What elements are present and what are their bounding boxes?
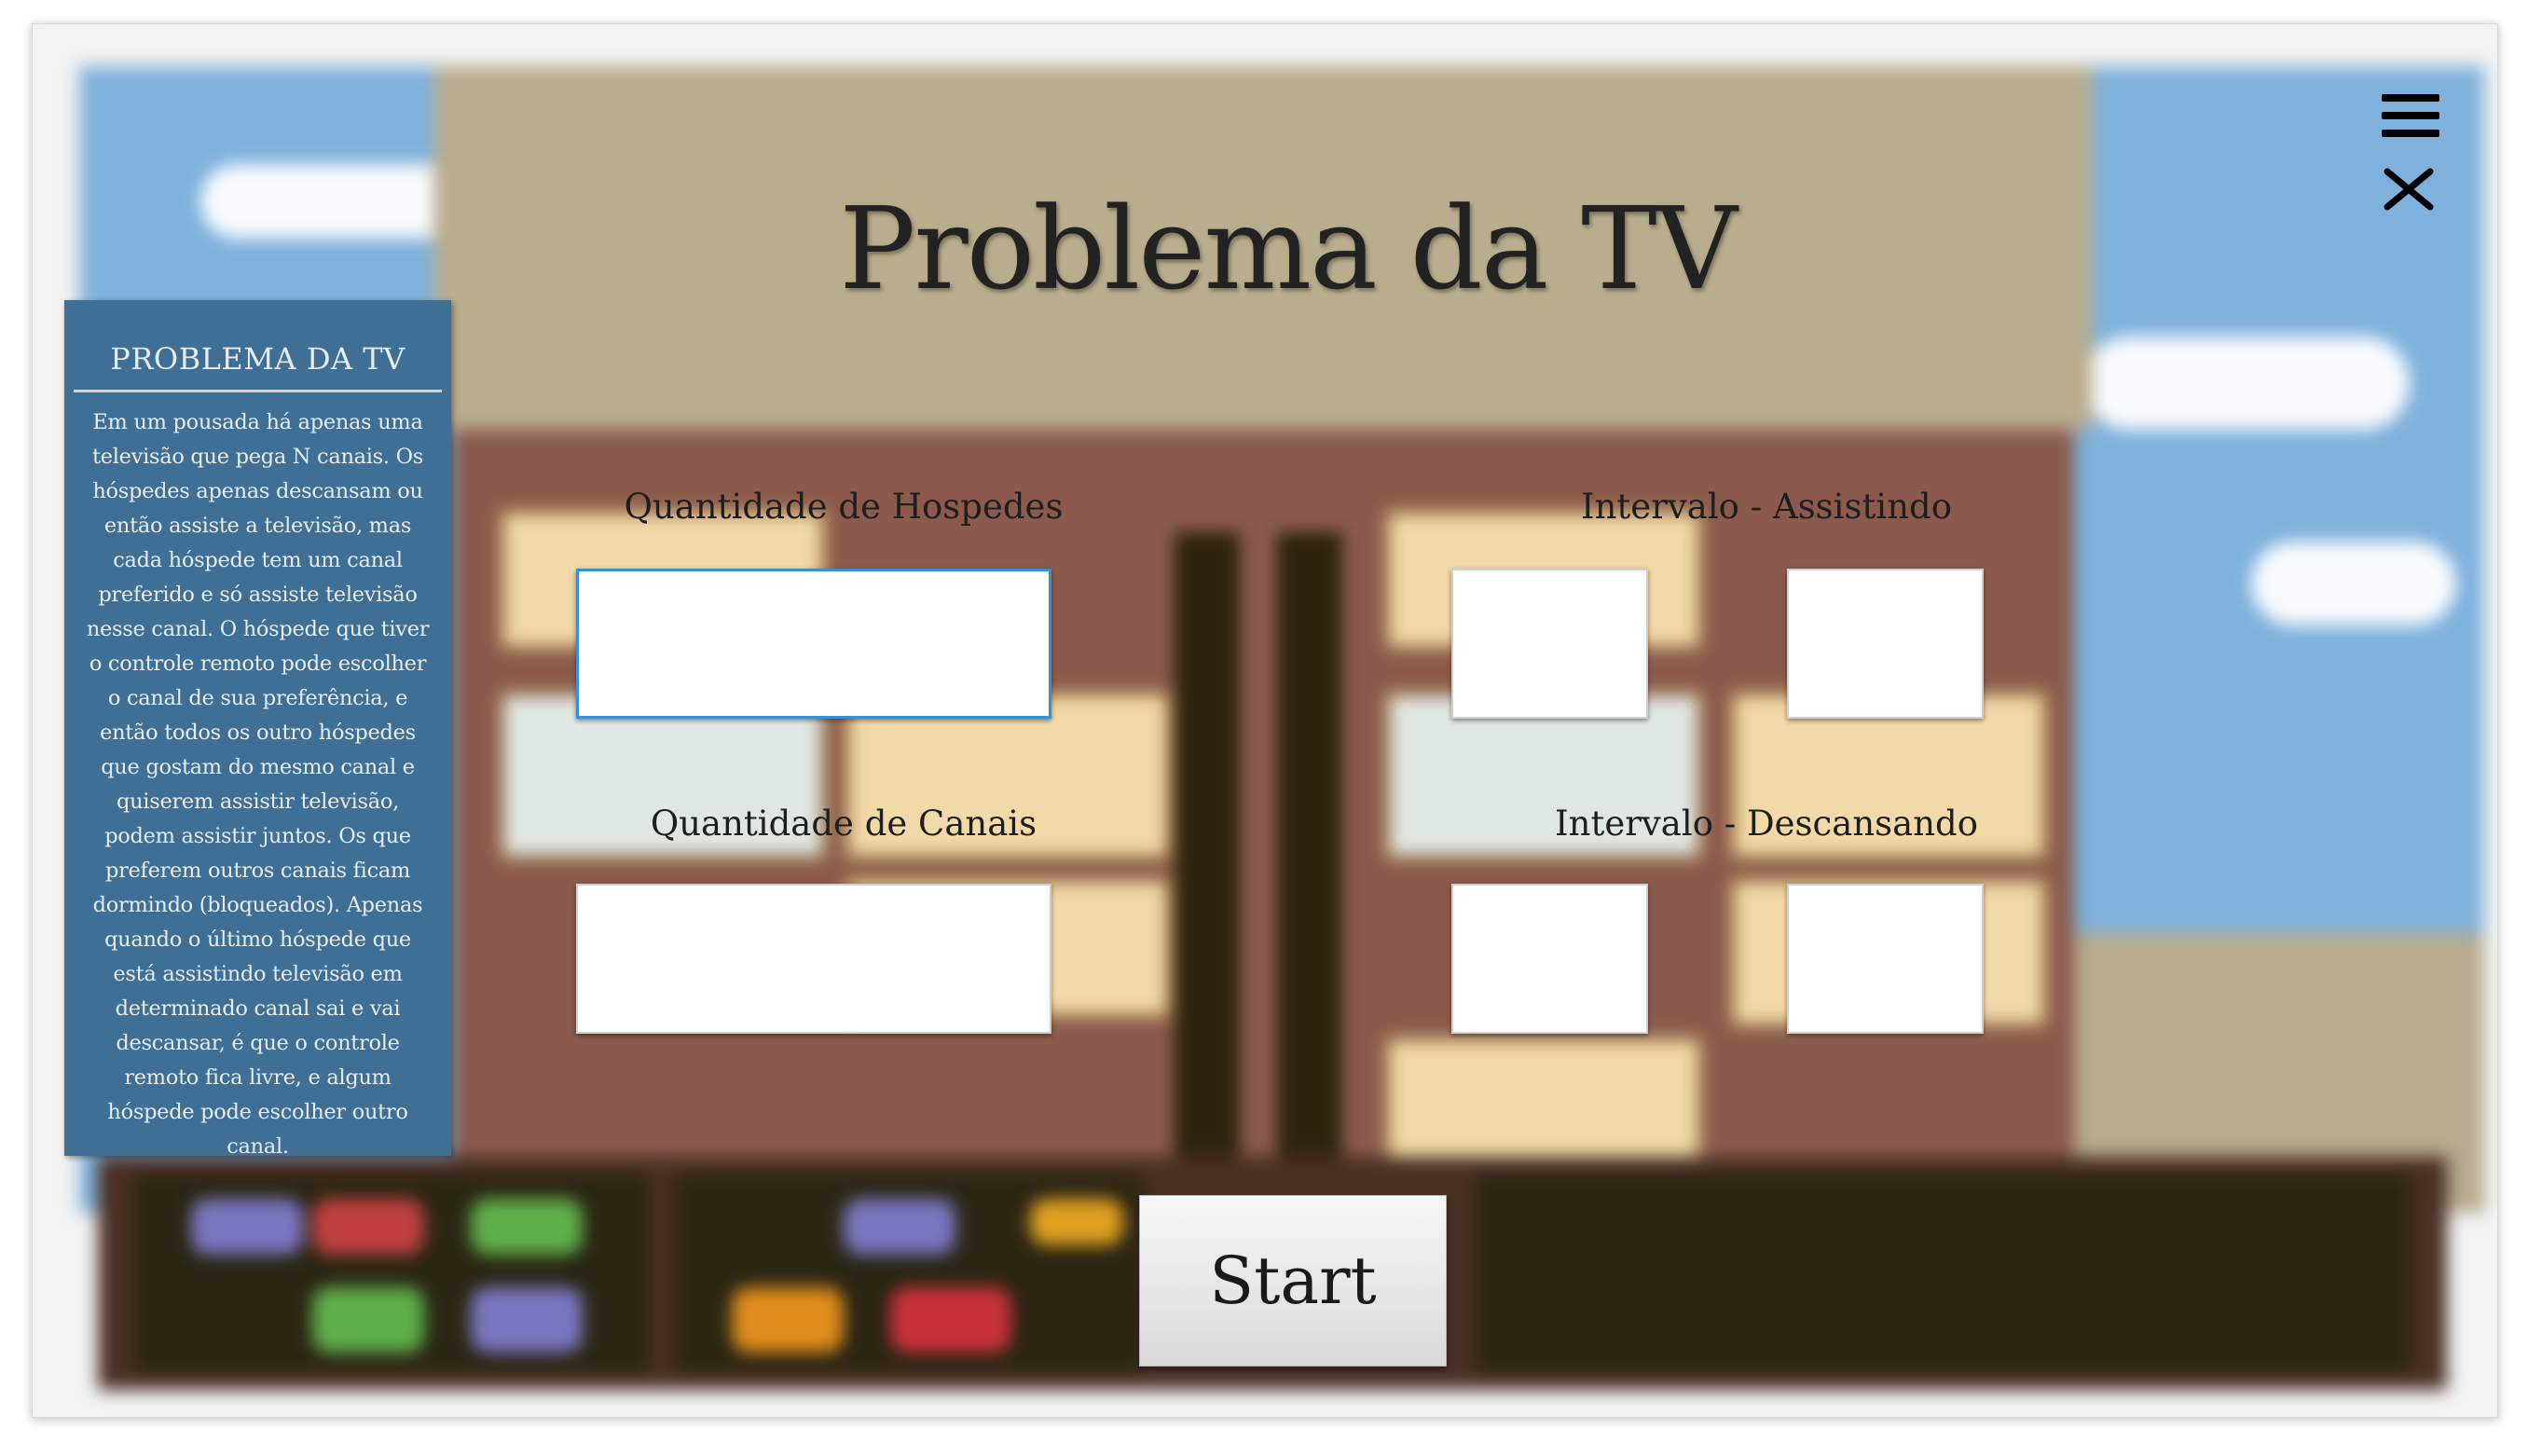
resting-interval-label: Intervalo - Descansando [1555, 804, 1978, 844]
resting-min-input[interactable] [1451, 884, 1648, 1034]
hamburger-menu-icon[interactable] [2382, 94, 2439, 137]
shelf-item [471, 1199, 583, 1255]
close-icon[interactable] [2382, 166, 2436, 213]
cloud [2251, 542, 2456, 625]
resting-max-input[interactable] [1787, 884, 1984, 1034]
panel-description: Em um pousada há apenas uma televisão qu… [86, 410, 430, 1159]
shelf-item [312, 1199, 424, 1255]
shelf-item [1030, 1199, 1123, 1245]
page-title: Problema da TV [839, 183, 1737, 315]
guests-input[interactable] [576, 569, 1051, 719]
shelf-item [191, 1199, 303, 1255]
shelf-item [471, 1287, 583, 1353]
description-panel: PROBLEMA DA TV Em um pousada há apenas u… [64, 300, 451, 1159]
guests-label: Quantidade de Hospedes [624, 487, 1064, 527]
shelf-item [312, 1287, 424, 1353]
door [1277, 532, 1342, 1203]
channels-input[interactable] [576, 884, 1051, 1034]
start-button[interactable]: Start [1139, 1195, 1447, 1367]
cloud [2083, 337, 2410, 430]
door [1175, 532, 1240, 1203]
watching-min-input[interactable] [1451, 569, 1648, 719]
shelf-item [732, 1287, 844, 1353]
watching-interval-label: Intervalo - Assistindo [1580, 487, 1952, 527]
panel-title: PROBLEMA DA TV [74, 341, 442, 392]
channels-label: Quantidade de Canais [650, 804, 1037, 844]
watching-max-input[interactable] [1787, 569, 1984, 719]
shelf-item [844, 1199, 955, 1255]
shelf [1477, 1175, 2410, 1371]
app-window: Problema da TV PROBLEMA DA TV Em um pous… [32, 23, 2498, 1418]
shelf-item [890, 1287, 1011, 1353]
